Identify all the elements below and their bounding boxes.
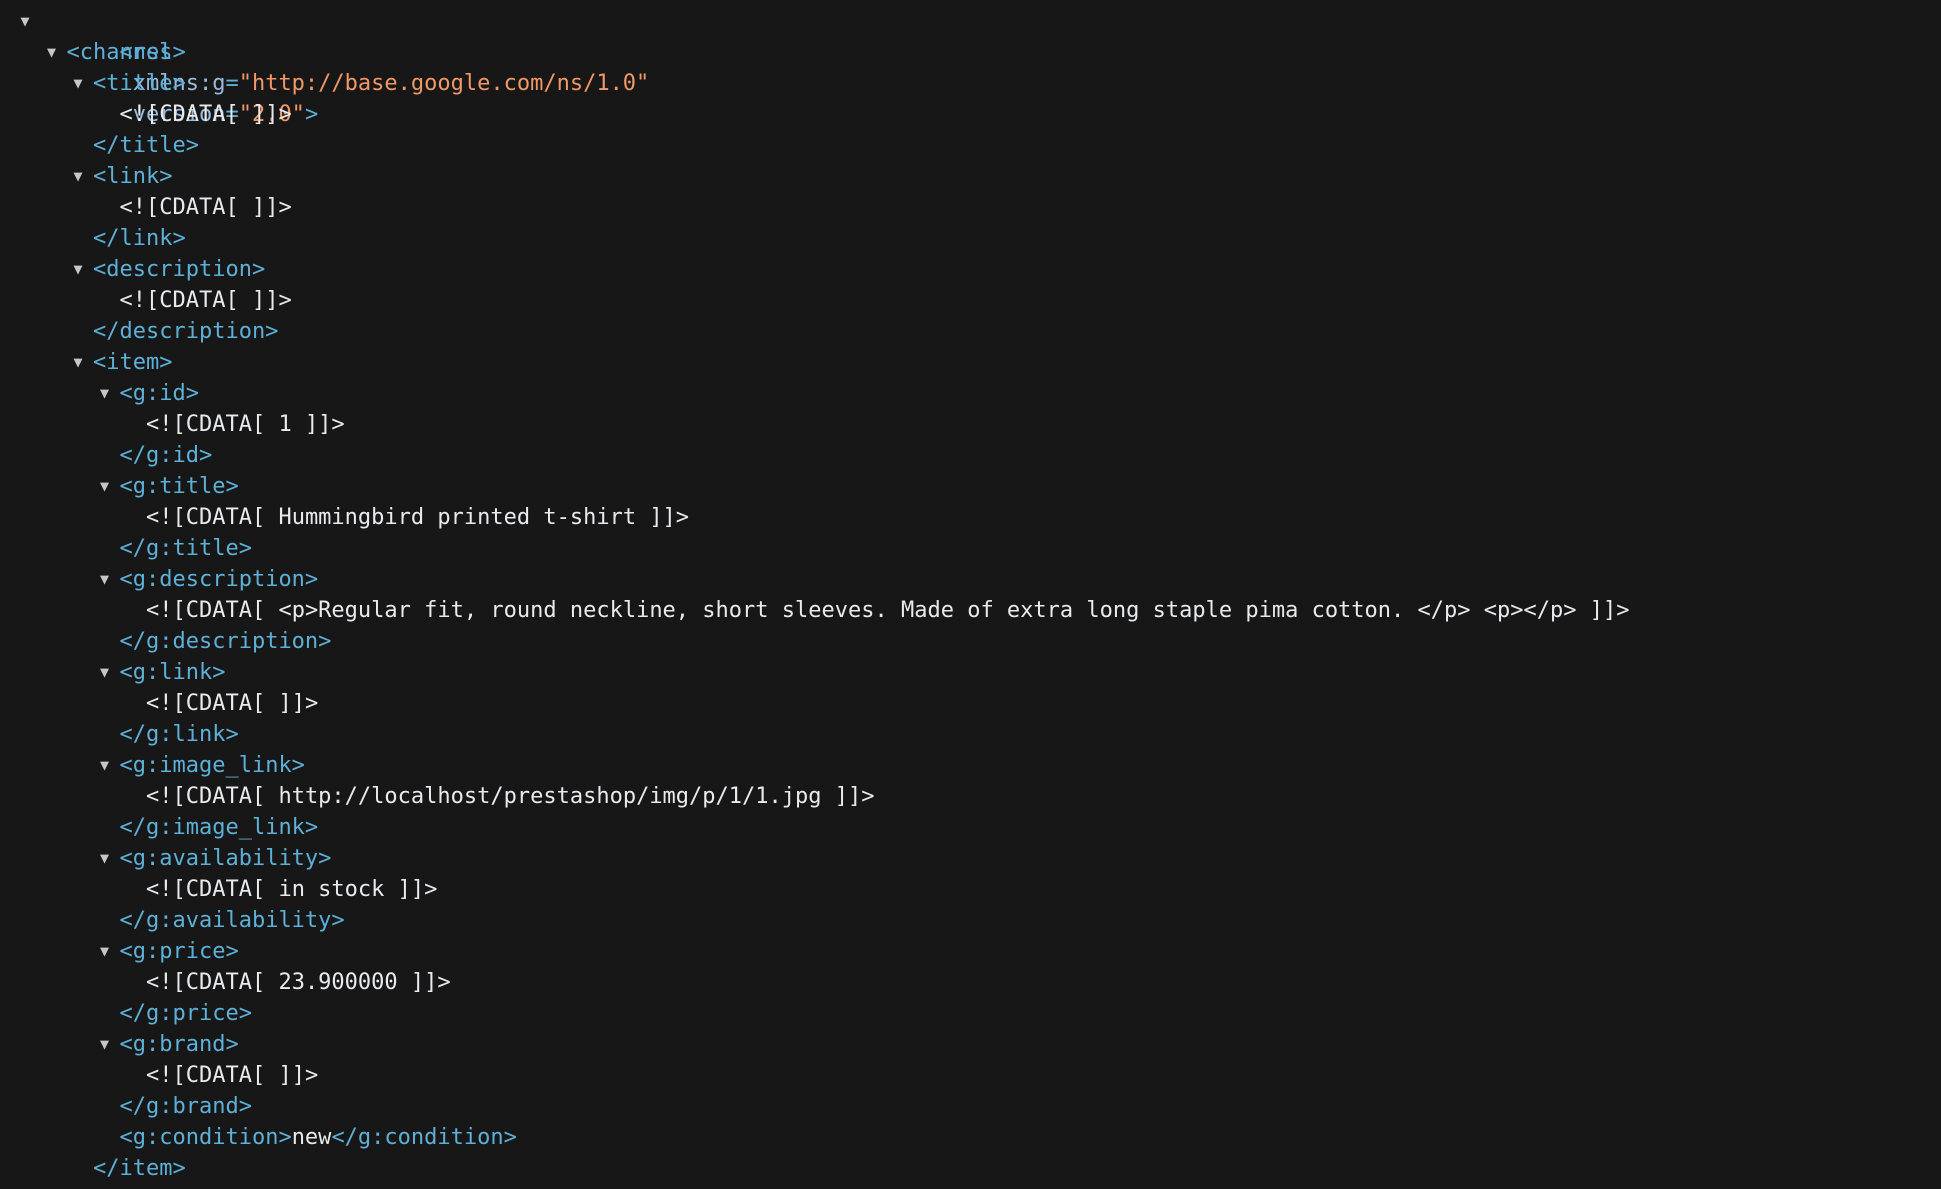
xml-line: <![CDATA[ http://localhost/prestashop/im… <box>0 781 1941 812</box>
triangle-down-icon[interactable]: ▼ <box>43 37 61 68</box>
xml-tag: <g:id> <box>119 381 199 406</box>
xml-line: </g:price> <box>0 998 1941 1029</box>
xml-line: <![CDATA[ 1 ]]> <box>0 409 1941 440</box>
xml-line: <![CDATA[ ]]> <box>0 1060 1941 1091</box>
xml-line: ▼ <g:price> <box>0 936 1941 967</box>
xml-line: ▼ <description> <box>0 254 1941 285</box>
xml-tag: </g:id> <box>119 443 213 468</box>
xml-line: </g:description> <box>0 626 1941 657</box>
xml-tag: </g:availability> <box>119 908 345 933</box>
xml-tag: <g:description> <box>119 567 319 592</box>
cdata-text: <![CDATA[ in stock ]]> <box>146 877 438 902</box>
xml-tag: <link> <box>93 164 173 189</box>
triangle-down-icon[interactable]: ▼ <box>16 6 34 37</box>
cdata-text: <![CDATA[ <p>Regular fit, round neckline… <box>146 598 1630 623</box>
xml-line: <![CDATA[ ]]> <box>0 99 1941 130</box>
cdata-text: <![CDATA[ ]]> <box>146 691 319 716</box>
xml-line: </g:title> <box>0 533 1941 564</box>
cdata-text: <![CDATA[ 23.900000 ]]> <box>146 970 451 995</box>
triangle-down-icon[interactable]: ▼ <box>96 1029 114 1060</box>
xml-line: </link> <box>0 223 1941 254</box>
xml-line: ▼ <g:id> <box>0 378 1941 409</box>
xml-line: </g:link> <box>0 719 1941 750</box>
xml-line: <![CDATA[ in stock ]]> <box>0 874 1941 905</box>
xml-line-rss-open: ▼ <rss xmlns:g="http://base.google.com/n… <box>0 6 1941 127</box>
xml-line: <![CDATA[ 23.900000 ]]> <box>0 967 1941 998</box>
xml-line: </g:availability> <box>0 905 1941 936</box>
triangle-down-icon[interactable]: ▼ <box>96 378 114 409</box>
xml-inline-value: new <box>291 1125 332 1150</box>
xml-line: ▼ <link> <box>0 161 1941 192</box>
triangle-down-icon[interactable]: ▼ <box>96 471 114 502</box>
xml-line: <![CDATA[ ]]> <box>0 688 1941 719</box>
xml-tag: <g:brand> <box>119 1032 239 1057</box>
xml-line: <![CDATA[ ]]> <box>0 285 1941 316</box>
xml-inline-open-tag: <g:condition> <box>119 1125 292 1150</box>
triangle-down-icon[interactable]: ▼ <box>69 347 87 378</box>
xml-line: <![CDATA[ ]]> <box>0 192 1941 223</box>
xml-tree-viewer: ▼ <rss xmlns:g="http://base.google.com/n… <box>0 0 1941 1189</box>
xml-line: ▼ <g:brand> <box>0 1029 1941 1060</box>
triangle-down-icon[interactable]: ▼ <box>96 750 114 781</box>
xml-line: ▼ <channel> <box>0 37 1941 68</box>
xml-tag: <item> <box>93 350 173 375</box>
xml-tag: </g:link> <box>119 722 239 747</box>
xml-tag: <title> <box>93 71 186 96</box>
triangle-down-icon[interactable]: ▼ <box>69 254 87 285</box>
xml-line: ▼ <g:description> <box>0 564 1941 595</box>
xml-line: <![CDATA[ <p>Regular fit, round neckline… <box>0 595 1941 626</box>
triangle-down-icon[interactable]: ▼ <box>69 161 87 192</box>
xml-tag: <g:title> <box>119 474 239 499</box>
xml-tag: <g:link> <box>119 660 226 685</box>
xml-tag: </item> <box>93 1156 186 1181</box>
xml-tag: <channel> <box>66 40 186 65</box>
xml-line: <![CDATA[ Hummingbird printed t-shirt ]]… <box>0 502 1941 533</box>
triangle-down-icon[interactable]: ▼ <box>69 68 87 99</box>
xml-tag: </g:price> <box>119 1001 252 1026</box>
xml-tag: <g:price> <box>119 939 239 964</box>
xml-line: ▼ <g:image_link> <box>0 750 1941 781</box>
cdata-text: <![CDATA[ http://localhost/prestashop/im… <box>146 784 875 809</box>
cdata-text: <![CDATA[ ]]> <box>119 288 292 313</box>
cdata-text: <![CDATA[ 1 ]]> <box>146 412 345 437</box>
xml-line: ▼ <g:title> <box>0 471 1941 502</box>
xml-tag: </g:title> <box>119 536 252 561</box>
xml-tag: </g:brand> <box>119 1094 252 1119</box>
xml-line: </g:brand> <box>0 1091 1941 1122</box>
triangle-down-icon[interactable]: ▼ <box>96 843 114 874</box>
xml-tag: </g:image_link> <box>119 815 319 840</box>
xml-line: ▼ <g:availability> <box>0 843 1941 874</box>
xml-line: </g:id> <box>0 440 1941 471</box>
xml-line: </description> <box>0 316 1941 347</box>
xml-line: ▼ <title> <box>0 68 1941 99</box>
xml-tag: </title> <box>93 133 199 158</box>
cdata-text: <![CDATA[ ]]> <box>119 195 292 220</box>
xml-line: <g:condition>new</g:condition> <box>0 1122 1941 1153</box>
xml-tag: <g:availability> <box>119 846 332 871</box>
xml-line: ▼ <g:link> <box>0 657 1941 688</box>
xml-line: </item> <box>0 1153 1941 1184</box>
xml-line: ▼ <item> <box>0 347 1941 378</box>
xml-lines: ▼ <channel> ▼ <title> <![CDATA[ ]]> </title> ▼… <box>0 37 1941 1184</box>
xml-tag: </description> <box>93 319 279 344</box>
cdata-text: <![CDATA[ ]]> <box>119 102 292 127</box>
xml-line: </title> <box>0 130 1941 161</box>
xml-line: </g:image_link> <box>0 812 1941 843</box>
xml-tag: </link> <box>93 226 186 251</box>
xml-tag: </g:description> <box>119 629 332 654</box>
cdata-text: <![CDATA[ Hummingbird printed t-shirt ]]… <box>146 505 690 530</box>
triangle-down-icon[interactable]: ▼ <box>96 657 114 688</box>
triangle-down-icon[interactable]: ▼ <box>96 564 114 595</box>
xml-inline-close-tag: </g:condition> <box>331 1125 517 1150</box>
triangle-down-icon[interactable]: ▼ <box>96 936 114 967</box>
xml-tag: <g:image_link> <box>119 753 305 778</box>
xml-tag: <description> <box>93 257 266 282</box>
cdata-text: <![CDATA[ ]]> <box>146 1063 319 1088</box>
